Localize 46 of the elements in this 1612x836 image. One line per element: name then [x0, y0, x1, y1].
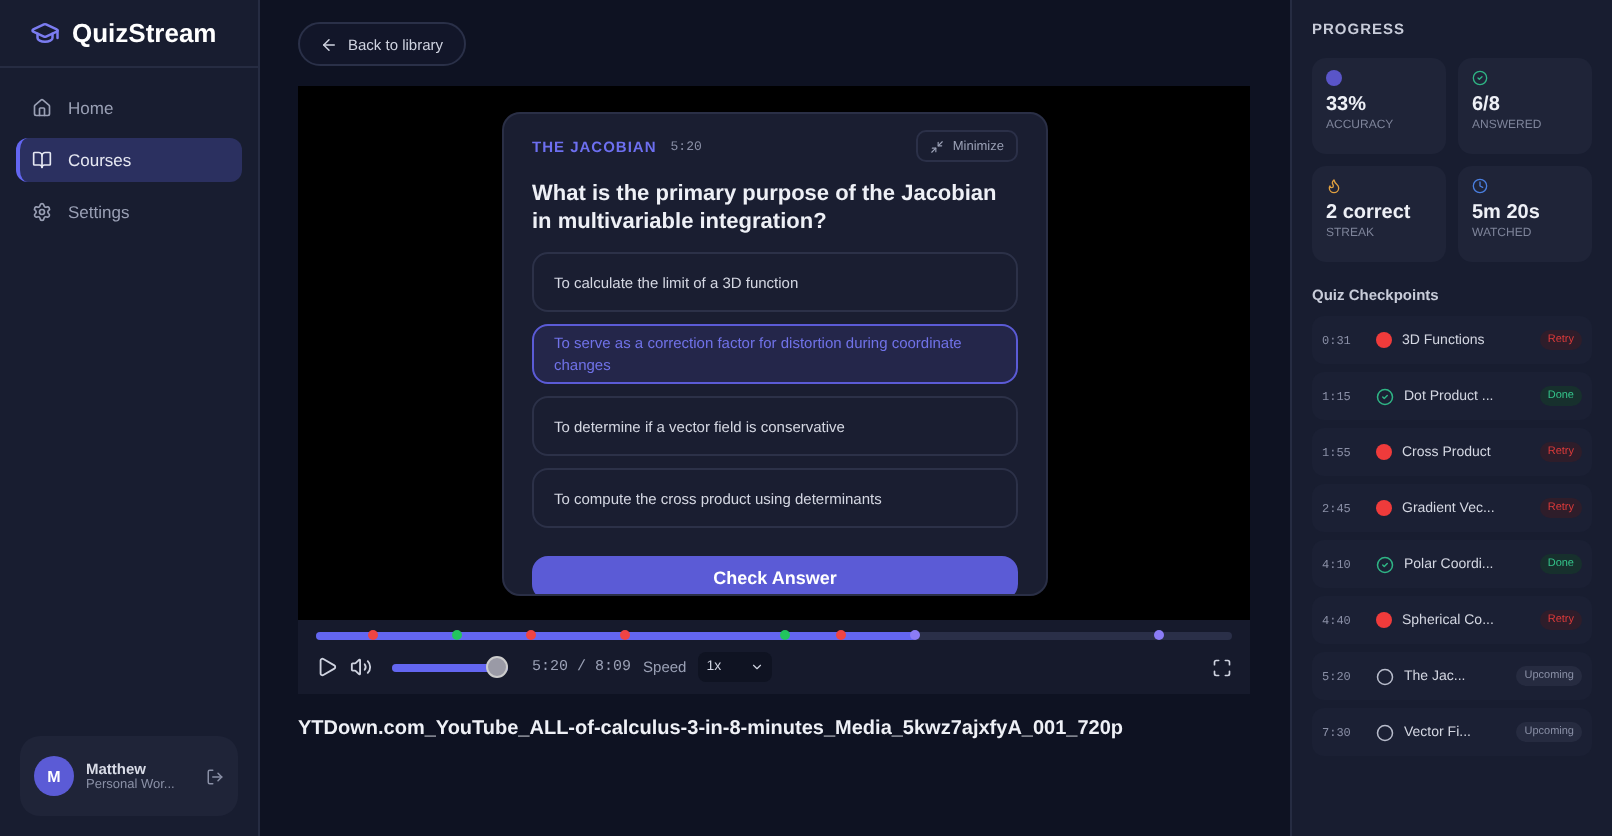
status-dot: [1376, 612, 1392, 628]
graduation-cap-icon: [30, 18, 60, 48]
clock-icon: [1472, 178, 1488, 194]
circle-icon: [1376, 723, 1394, 741]
play-icon[interactable]: [316, 656, 338, 678]
stat-value: 6/8: [1472, 94, 1502, 116]
status-dot: [1376, 332, 1392, 348]
nav-item[interactable]: Settings: [16, 190, 242, 234]
settings-icon: [32, 202, 52, 222]
arrow-left-icon: [320, 35, 338, 53]
logout-icon[interactable]: [206, 767, 224, 785]
flame-icon: [1326, 178, 1342, 194]
nav-item[interactable]: Courses: [16, 138, 242, 182]
app-name: QuizStream: [72, 18, 217, 48]
checkpoint-marker[interactable]: [526, 630, 537, 640]
checkpoint-marker[interactable]: [835, 630, 846, 640]
question-text: What is the primary purpose of the Jacobian in multivariable integration?: [532, 180, 999, 236]
checkpoint-marker[interactable]: [779, 630, 790, 640]
volume-slider[interactable]: [392, 656, 508, 678]
checkpoint-marker[interactable]: [1153, 630, 1164, 640]
book-icon: [32, 150, 52, 170]
status-dot: [1376, 444, 1392, 460]
stat-value: 5m 20s: [1472, 202, 1542, 224]
home-icon: [32, 98, 52, 118]
nav-item[interactable]: Home: [16, 86, 242, 130]
check-circle-icon: [1376, 387, 1394, 405]
check-answer-button[interactable]: Check Answer: [532, 556, 1018, 594]
timeline-track[interactable]: [316, 632, 1232, 640]
checkpoint-marker[interactable]: [368, 630, 379, 640]
volume-icon[interactable]: [350, 656, 372, 678]
stat-value: 2 correct: [1326, 202, 1413, 224]
dot-icon: [1326, 70, 1342, 86]
volume-thumb[interactable]: [486, 656, 508, 678]
stat-value: 33%: [1326, 94, 1369, 116]
avatar: M: [34, 756, 74, 796]
video-title: YTDown.com_YouTube_ALL-of-calculus-3-in-8-minutes_Media_5kwz7ajxfyA_001_720p: [298, 718, 1126, 740]
status-dot: [1376, 500, 1392, 516]
checkpoint-marker[interactable]: [451, 630, 462, 640]
circle-icon: [1376, 667, 1394, 685]
checkpoint-marker[interactable]: [910, 630, 921, 640]
fullscreen-icon[interactable]: [1212, 657, 1232, 677]
check-circle-icon: [1472, 70, 1488, 86]
check-circle-icon: [1376, 555, 1394, 573]
checkpoint-marker[interactable]: [619, 630, 630, 640]
minimize-icon: [930, 139, 945, 153]
chevron-down-icon: [750, 660, 765, 674]
